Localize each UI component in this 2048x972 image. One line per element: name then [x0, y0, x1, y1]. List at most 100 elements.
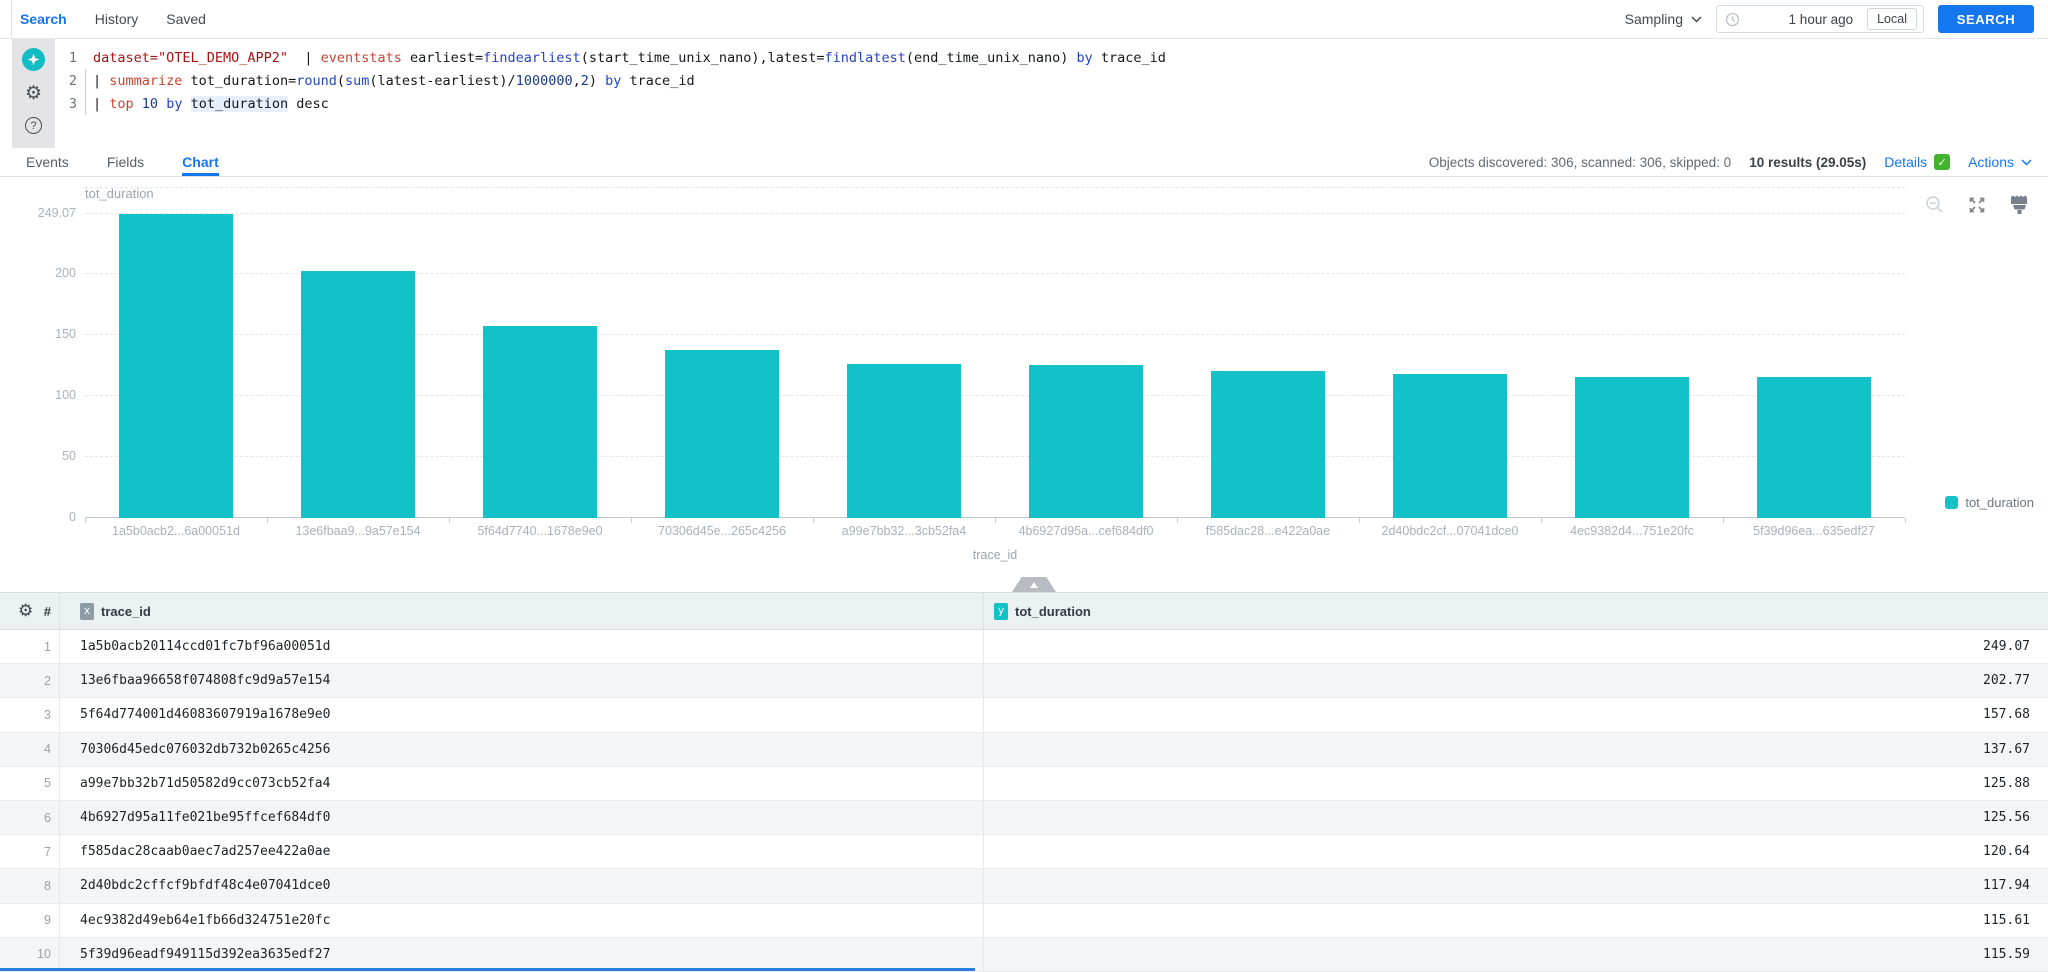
tot-duration-cell[interactable]: 137.67 [984, 742, 2048, 757]
search-button[interactable]: SEARCH [1938, 5, 2034, 33]
brush-icon[interactable] [2009, 195, 2030, 215]
tab-fields[interactable]: Fields [107, 148, 144, 176]
table-row[interactable]: 35f64d774001d46083607919a1678e9e0157.68 [0, 698, 2048, 732]
expand-icon[interactable] [1967, 195, 1987, 215]
tot-duration-cell[interactable]: 115.59 [984, 947, 2048, 962]
chart-plot-area[interactable] [85, 188, 1905, 518]
trace-id-cell[interactable]: 4b6927d95a11fe021be95ffcef684df0 [60, 801, 984, 834]
bar-slot [995, 188, 1177, 518]
collapse-handle[interactable] [1012, 577, 1056, 592]
y-tick-label: 200 [0, 266, 76, 280]
bar-3[interactable] [483, 326, 598, 518]
clock-icon [1725, 12, 1740, 27]
table-row[interactable]: 64b6927d95a11fe021be95ffcef684df0125.56 [0, 801, 2048, 835]
x-category-label: 4ec9382d4...751e20fc [1541, 524, 1723, 538]
indent-guide [77, 92, 86, 115]
table-row[interactable]: 11a5b0acb20114ccd01fc7bf96a00051d249.07 [0, 630, 2048, 664]
y-tick-label: 0 [0, 510, 76, 524]
top-bar: Search History Saved Sampling 1 hour ago L… [0, 0, 2048, 38]
bar-10[interactable] [1757, 377, 1872, 518]
query-text[interactable]: 1 dataset="OTEL_DEMO_APP2" | eventstats e… [55, 46, 2048, 115]
row-number-cell: 5 [0, 767, 60, 800]
chart-toolbar [1925, 195, 2030, 215]
trace-id-column-header[interactable]: x trace_id [60, 593, 984, 629]
chart-legend[interactable]: tot_duration [1945, 495, 2034, 510]
x-category-label: 1a5b0acb2...6a00051d [85, 524, 267, 538]
y-tick-label: 150 [0, 327, 76, 341]
row-number-header: # [44, 604, 51, 619]
trace-id-cell[interactable]: 2d40bdc2cffcf9bfdf48c4e07041dce0 [60, 869, 984, 902]
table-settings-gear-icon[interactable]: ⚙ [18, 601, 33, 621]
tot-duration-cell[interactable]: 125.88 [984, 776, 2048, 791]
bar-slot [813, 188, 995, 518]
bar-1[interactable] [119, 214, 234, 518]
x-tick-mark [267, 518, 268, 523]
zoom-out-icon[interactable] [1925, 195, 1945, 215]
tot-duration-cell[interactable]: 157.68 [984, 707, 2048, 722]
table-row[interactable]: 470306d45edc076032db732b0265c4256137.67 [0, 733, 2048, 767]
trace-id-cell[interactable]: 13e6fbaa96658f074808fc9d9a57e154 [60, 664, 984, 697]
query-code: | summarize tot_duration=round(sum(lates… [93, 73, 695, 89]
help-icon[interactable]: ? [25, 117, 42, 134]
table-row[interactable]: 7f585dac28caab0aec7ad257ee422a0ae120.64 [0, 835, 2048, 869]
x-category-label: 5f64d7740...1678e9e0 [449, 524, 631, 538]
trace-id-cell[interactable]: a99e7bb32b71d50582d9cc073cb52fa4 [60, 767, 984, 800]
query-code: dataset="OTEL_DEMO_APP2" | eventstats ea… [93, 50, 1166, 66]
tab-chart[interactable]: Chart [182, 148, 219, 176]
tot-duration-cell[interactable]: 249.07 [984, 639, 2048, 654]
query-line-2[interactable]: 2| summarize tot_duration=round(sum(late… [55, 69, 2048, 92]
trace-id-cell[interactable]: 1a5b0acb20114ccd01fc7bf96a00051d [60, 630, 984, 663]
trace-id-cell[interactable]: f585dac28caab0aec7ad257ee422a0ae [60, 835, 984, 868]
y-tick-label: 100 [0, 388, 76, 402]
trace-id-cell[interactable]: 5f64d774001d46083607919a1678e9e0 [60, 698, 984, 731]
table-row[interactable]: 105f39d96eadf949115d392ea3635edf27115.59 [0, 938, 2048, 972]
tot-duration-cell[interactable]: 202.77 [984, 673, 2048, 688]
bar-slot [1359, 188, 1541, 518]
table-row[interactable]: 213e6fbaa96658f074808fc9d9a57e154202.77 [0, 664, 2048, 698]
bar-9[interactable] [1575, 377, 1690, 518]
table-row[interactable]: 5a99e7bb32b71d50582d9cc073cb52fa4125.88 [0, 767, 2048, 801]
query-editor[interactable]: ⚙ ? 1 dataset="OTEL_DEMO_APP2" | eventsta… [0, 38, 2048, 148]
sampling-dropdown[interactable]: Sampling [1625, 11, 1702, 27]
line-number: 1 [55, 50, 77, 66]
trace-id-cell[interactable]: 70306d45edc076032db732b0265c4256 [60, 733, 984, 766]
table-row[interactable]: 82d40bdc2cffcf9bfdf48c4e07041dce0117.94 [0, 869, 2048, 903]
x-category-label: 5f39d96ea...635edf27 [1723, 524, 1905, 538]
trace-id-cell[interactable]: 4ec9382d49eb64e1fb66d324751e20fc [60, 904, 984, 937]
row-number-cell: 7 [0, 835, 60, 868]
query-line-1[interactable]: 1 dataset="OTEL_DEMO_APP2" | eventstats e… [55, 46, 2048, 69]
x-tick-mark [1541, 518, 1542, 523]
time-range-picker[interactable]: 1 hour ago Local [1716, 5, 1924, 33]
tot-duration-cell[interactable]: 120.64 [984, 844, 2048, 859]
nav-tab-search[interactable]: Search [20, 11, 67, 27]
x-tick-mark [85, 518, 86, 523]
bar-slot [267, 188, 449, 518]
nav-tab-saved[interactable]: Saved [166, 11, 206, 27]
bar-6[interactable] [1029, 365, 1144, 518]
y-axis-badge: y [994, 603, 1008, 620]
tot-duration-cell[interactable]: 125.56 [984, 810, 2048, 825]
bar-2[interactable] [301, 271, 416, 518]
row-number-cell: 3 [0, 698, 60, 731]
bar-8[interactable] [1393, 374, 1508, 518]
bar-slot [1541, 188, 1723, 518]
table-row[interactable]: 94ec9382d49eb64e1fb66d324751e20fc115.61 [0, 904, 2048, 938]
gear-icon[interactable]: ⚙ [25, 84, 42, 104]
tab-events[interactable]: Events [26, 148, 69, 176]
bar-slot [1723, 188, 1905, 518]
bar-5[interactable] [847, 364, 962, 518]
trace-id-cell[interactable]: 5f39d96eadf949115d392ea3635edf27 [60, 938, 984, 971]
details-link[interactable]: Details ✓ [1884, 154, 1950, 170]
bar-7[interactable] [1211, 371, 1326, 518]
tot-duration-cell[interactable]: 117.94 [984, 878, 2048, 893]
results-tabs: Events Fields Chart [0, 148, 219, 176]
query-line-3[interactable]: 3| top 10 by tot_duration desc [55, 92, 2048, 115]
nav-tab-history[interactable]: History [95, 11, 139, 27]
bar-4[interactable] [665, 350, 780, 518]
timezone-local-button[interactable]: Local [1867, 8, 1917, 30]
actions-dropdown[interactable]: Actions [1968, 154, 2032, 170]
sparkle-ai-icon[interactable] [22, 48, 45, 71]
bar-slot [449, 188, 631, 518]
tot-duration-cell[interactable]: 115.61 [984, 913, 2048, 928]
tot-duration-column-header[interactable]: y tot_duration [984, 593, 2048, 629]
